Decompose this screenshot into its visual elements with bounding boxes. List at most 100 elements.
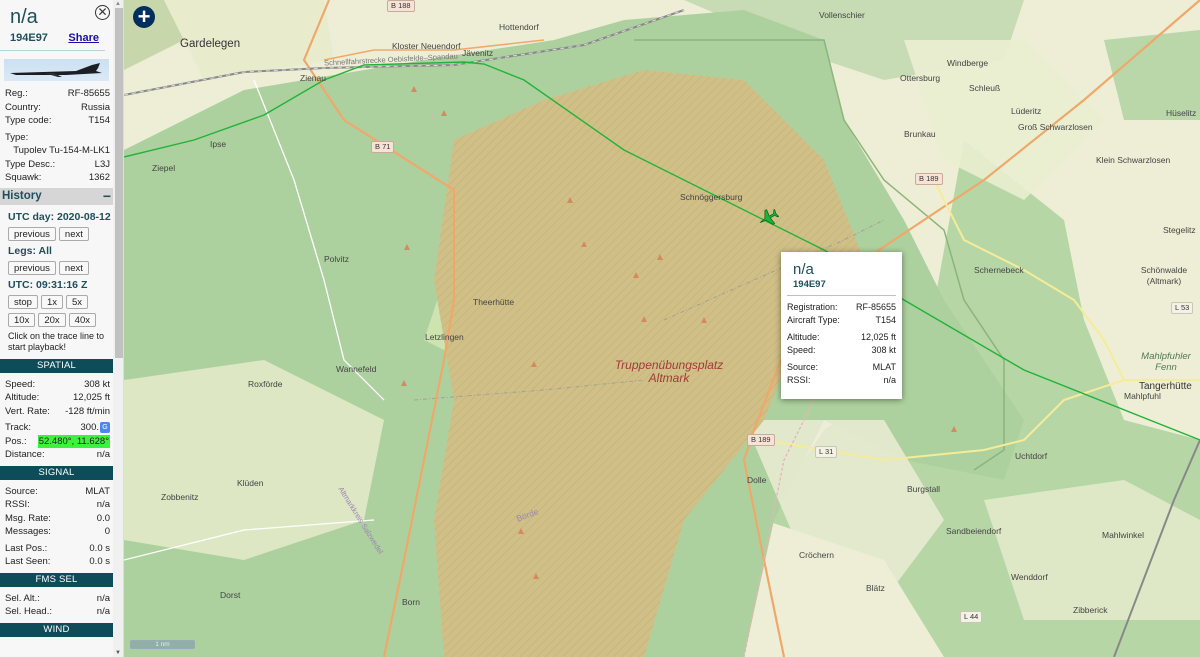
day-previous-button[interactable]: previous: [8, 226, 56, 241]
map-label-zobbenitz: Zobbenitz: [161, 492, 199, 502]
fms-sel-head: Sel. Head.: n/a: [0, 605, 113, 619]
scrollbar-thumb[interactable]: [115, 8, 123, 358]
map-label-sandbeiendorf: Sandbeiendorf: [946, 526, 1002, 536]
aircraft-title-block: n/a 194E97 Share ✕: [0, 0, 113, 50]
scroll-up-icon[interactable]: ▲: [115, 1, 121, 7]
playback-stop-button[interactable]: stop: [8, 294, 38, 309]
leg-next-button[interactable]: next: [58, 260, 89, 275]
road-shield-b189-north: B 189: [915, 173, 943, 185]
detail-country: Country: Russia: [0, 101, 113, 115]
field-label: Altitude:: [787, 332, 820, 342]
road-shield-b188: B 188: [387, 0, 415, 12]
playback-10x-button[interactable]: 10x: [8, 312, 36, 327]
map-label-kloster: Kloster Neuendorf: [392, 41, 461, 51]
field-value: MLAT: [85, 485, 110, 497]
signal-section-header: SIGNAL: [0, 465, 113, 480]
field-value: T154: [875, 315, 896, 325]
map-label-hottendorf: Hottendorf: [499, 22, 539, 32]
close-icon[interactable]: ✕: [95, 5, 110, 20]
field-value: 300.: [80, 422, 100, 433]
map-label-blatz: Blätz: [866, 583, 885, 593]
field-label: RSSI:: [5, 499, 30, 510]
playback-40x-button[interactable]: 40x: [68, 312, 96, 327]
map-label-kluden: Klüden: [237, 478, 264, 488]
map-label-tangerhutte: Tangerhütte: [1139, 381, 1192, 392]
field-value: n/a: [96, 592, 110, 604]
map-label-schnoggersburg: Schnöggersburg: [680, 192, 743, 202]
detail-label: Type:: [5, 131, 29, 143]
field-value: 308 kt: [871, 345, 896, 355]
field-value: 12,025 ft: [860, 332, 896, 342]
history-title: History: [2, 190, 42, 202]
spatial-vert-rate: Vert. Rate: -128 ft/min: [0, 405, 113, 419]
map-label-mahlpfuhler-fenn: Mahlpfuhler Fenn: [1141, 351, 1191, 373]
detail-label: Squawk:: [5, 172, 42, 183]
scroll-down-icon[interactable]: ▼: [115, 650, 121, 656]
history-header[interactable]: History −: [0, 187, 113, 205]
map-label-schernebeck: Schernebeck: [974, 265, 1024, 275]
field-label: Last Seen:: [5, 556, 51, 567]
road-shield-l53: L 53: [1171, 302, 1194, 314]
map-label-schonwalde: Schönwalde (Altmark): [1140, 265, 1188, 286]
map-label-vollenschier: Vollenschier: [819, 10, 865, 20]
road-shield-b189-south: B 189: [747, 434, 775, 446]
field-label: Track:: [5, 422, 32, 433]
field-value: RF-85655: [855, 302, 896, 312]
history-panel: UTC day: 2020-08-12 previous next Legs: …: [0, 205, 113, 353]
map-label-javenitz: Jävenitz: [462, 48, 494, 58]
zoom-in-button[interactable]: +: [133, 6, 155, 28]
position-value[interactable]: 52.480°, 11.628°: [37, 434, 110, 448]
playback-5x-button[interactable]: 5x: [66, 294, 89, 309]
field-value: 0: [104, 526, 110, 537]
share-link[interactable]: Share: [68, 32, 99, 44]
leg-previous-button[interactable]: previous: [8, 260, 56, 275]
field-label: Vert. Rate:: [5, 405, 50, 417]
map-label-born: Born: [402, 597, 420, 607]
field-label: Distance:: [5, 449, 45, 460]
spatial-section-header: SPATIAL: [0, 358, 113, 373]
detail-type-desc: Type Desc.: L3J: [0, 158, 113, 172]
fms-sel-alt: Sel. Alt.: n/a: [0, 592, 113, 606]
field-value: 308 kt: [84, 378, 110, 390]
detail-squawk: Squawk: 1362: [0, 171, 113, 185]
detail-value: Russia: [80, 101, 110, 113]
tooltip-aircraft-type: Aircraft Type: T154: [787, 314, 896, 327]
day-next-button[interactable]: next: [58, 226, 89, 241]
field-label: Speed:: [787, 345, 816, 355]
map-label-zienau: Zienau: [300, 73, 326, 83]
field-value: n/a: [96, 606, 110, 617]
road-shield-l31: L 31: [815, 446, 838, 458]
title-divider: [0, 50, 105, 51]
signal-rssi: RSSI: n/a: [0, 498, 113, 512]
spatial-position: Pos.: 52.480°, 11.628°: [0, 434, 113, 448]
detail-type-code: Type code: T154: [0, 114, 113, 128]
signal-last-pos: Last Pos.: 0.0 s: [0, 542, 113, 556]
aircraft-photo[interactable]: [4, 59, 109, 81]
field-label: Source:: [5, 485, 38, 497]
map-label-wenddorf: Wenddorf: [1011, 572, 1048, 582]
map-label-dorst: Dorst: [220, 590, 241, 600]
spatial-track: Track: 300. G: [0, 421, 113, 435]
collapse-icon[interactable]: −: [103, 188, 111, 204]
field-label: Msg. Rate:: [5, 512, 51, 524]
spatial-altitude: Altitude: 12,025 ft: [0, 391, 113, 405]
detail-type-value: Tupolev Tu-154-M-LK1: [13, 145, 110, 156]
signal-messages: Messages: 0: [0, 525, 113, 539]
tooltip-altitude: Altitude: 12,025 ft: [787, 331, 896, 344]
sidebar-scrollbar[interactable]: ▲ ▼: [113, 0, 123, 657]
playback-20x-button[interactable]: 20x: [38, 312, 66, 327]
road-shield-b71: B 71: [371, 141, 395, 153]
fms-section-header: FMS SEL: [0, 572, 113, 587]
translate-icon[interactable]: G: [100, 421, 110, 433]
map-view[interactable]: Gardelegen Kloster Neuendorf Jävenitz Ho…: [124, 0, 1200, 657]
field-value: -128 ft/min: [65, 405, 110, 417]
detail-value: L3J: [94, 158, 110, 170]
detail-type: Type:: [0, 131, 113, 145]
field-value: 12,025 ft: [73, 392, 110, 403]
signal-msg-rate: Msg. Rate: 0.0: [0, 512, 113, 526]
map-label-mahlwinkel: Mahlwinkel: [1102, 530, 1145, 540]
playback-1x-button[interactable]: 1x: [40, 294, 64, 309]
field-value: 0.0 s: [89, 542, 110, 554]
map-label-truppenubungsplatz: Truppenübungsplatz Altmark: [614, 358, 724, 385]
utc-time-label: UTC: 09:31:16 Z: [8, 278, 88, 291]
